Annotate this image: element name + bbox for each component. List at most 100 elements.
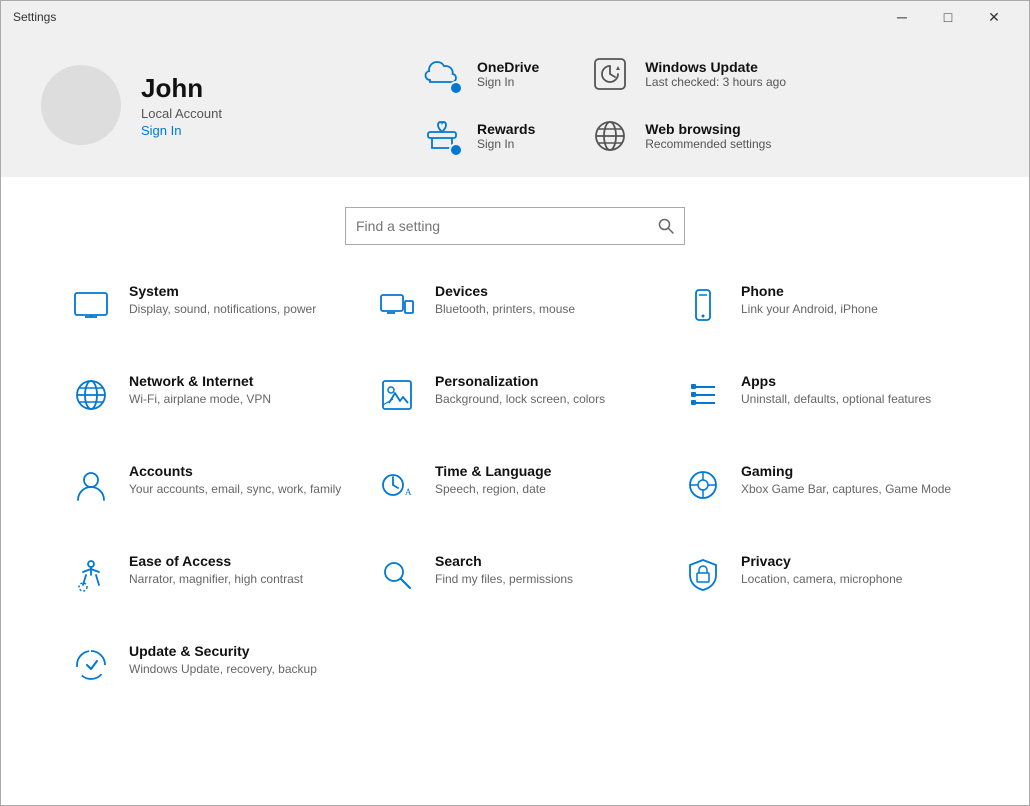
time-language-text: Time & Language Speech, region, date <box>435 463 551 498</box>
onedrive-text: OneDrive Sign In <box>477 59 539 89</box>
setting-item-devices[interactable]: Devices Bluetooth, printers, mouse <box>367 275 663 335</box>
minimize-button[interactable]: ─ <box>879 1 925 33</box>
phone-icon <box>681 283 725 327</box>
privacy-title: Privacy <box>741 553 902 569</box>
devices-icon <box>375 283 419 327</box>
profile-info: John Local Account Sign In <box>141 73 222 138</box>
update-security-title: Update & Security <box>129 643 317 659</box>
search-desc: Find my files, permissions <box>435 571 573 588</box>
service-windows-update[interactable]: Windows Update Last checked: 3 hours ago <box>589 53 786 95</box>
web-browsing-icon <box>589 115 631 157</box>
accounts-title: Accounts <box>129 463 341 479</box>
setting-item-apps[interactable]: Apps Uninstall, defaults, optional featu… <box>673 365 969 425</box>
onedrive-sub: Sign In <box>477 75 539 89</box>
web-browsing-sub: Recommended settings <box>645 137 771 151</box>
titlebar-title: Settings <box>13 10 879 24</box>
update-security-text: Update & Security Windows Update, recove… <box>129 643 317 678</box>
ease-of-access-desc: Narrator, magnifier, high contrast <box>129 571 303 588</box>
ease-of-access-title: Ease of Access <box>129 553 303 569</box>
service-web-browsing[interactable]: Web browsing Recommended settings <box>589 115 786 157</box>
network-icon <box>69 373 113 417</box>
setting-item-system[interactable]: System Display, sound, notifications, po… <box>61 275 357 335</box>
service-rewards[interactable]: Rewards Sign In <box>421 115 539 157</box>
rewards-text: Rewards Sign In <box>477 121 535 151</box>
setting-item-time-language[interactable]: A Time & Language Speech, region, date <box>367 455 663 515</box>
search-input[interactable] <box>356 218 650 234</box>
profile-signin-link[interactable]: Sign In <box>141 123 222 138</box>
search-box[interactable] <box>345 207 685 245</box>
privacy-text: Privacy Location, camera, microphone <box>741 553 902 588</box>
rewards-icon <box>421 115 463 157</box>
gaming-icon <box>681 463 725 507</box>
time-language-title: Time & Language <box>435 463 551 479</box>
setting-item-ease-of-access[interactable]: Ease of Access Narrator, magnifier, high… <box>61 545 357 605</box>
profile-name: John <box>141 73 222 104</box>
profile-account-type: Local Account <box>141 106 222 121</box>
ease-of-access-icon <box>69 553 113 597</box>
accounts-desc: Your accounts, email, sync, work, family <box>129 481 341 498</box>
setting-item-update-security[interactable]: Update & Security Windows Update, recove… <box>61 635 357 695</box>
network-desc: Wi-Fi, airplane mode, VPN <box>129 391 271 408</box>
privacy-icon <box>681 553 725 597</box>
onedrive-dot <box>449 81 463 95</box>
web-browsing-name: Web browsing <box>645 121 771 137</box>
titlebar: Settings ─ □ ✕ <box>1 1 1029 33</box>
rewards-dot <box>449 143 463 157</box>
onedrive-icon <box>421 53 463 95</box>
system-title: System <box>129 283 316 299</box>
setting-item-phone[interactable]: Phone Link your Android, iPhone <box>673 275 969 335</box>
search-icon <box>375 553 419 597</box>
rewards-name: Rewards <box>477 121 535 137</box>
phone-title: Phone <box>741 283 878 299</box>
update-security-icon <box>69 643 113 687</box>
rewards-sub: Sign In <box>477 137 535 151</box>
gaming-desc: Xbox Game Bar, captures, Game Mode <box>741 481 951 498</box>
avatar <box>41 65 121 145</box>
system-text: System Display, sound, notifications, po… <box>129 283 316 318</box>
setting-item-search[interactable]: Search Find my files, permissions <box>367 545 663 605</box>
search-section <box>1 177 1029 265</box>
apps-icon <box>681 373 725 417</box>
web-browsing-text: Web browsing Recommended settings <box>645 121 771 151</box>
services-section: OneDrive Sign In Rewards Sign In <box>421 53 786 157</box>
setting-item-network[interactable]: Network & Internet Wi-Fi, airplane mode,… <box>61 365 357 425</box>
setting-item-privacy[interactable]: Privacy Location, camera, microphone <box>673 545 969 605</box>
maximize-button[interactable]: □ <box>925 1 971 33</box>
phone-desc: Link your Android, iPhone <box>741 301 878 318</box>
personalization-title: Personalization <box>435 373 605 389</box>
services-column-2: Windows Update Last checked: 3 hours ago <box>589 53 786 157</box>
search-title: Search <box>435 553 573 569</box>
setting-item-accounts[interactable]: Accounts Your accounts, email, sync, wor… <box>61 455 357 515</box>
personalization-text: Personalization Background, lock screen,… <box>435 373 605 408</box>
apps-title: Apps <box>741 373 931 389</box>
windows-update-icon <box>589 53 631 95</box>
system-desc: Display, sound, notifications, power <box>129 301 316 318</box>
setting-item-gaming[interactable]: Gaming Xbox Game Bar, captures, Game Mod… <box>673 455 969 515</box>
network-text: Network & Internet Wi-Fi, airplane mode,… <box>129 373 271 408</box>
time-language-desc: Speech, region, date <box>435 481 551 498</box>
devices-title: Devices <box>435 283 575 299</box>
devices-text: Devices Bluetooth, printers, mouse <box>435 283 575 318</box>
profile-section: John Local Account Sign In <box>41 65 321 145</box>
accounts-text: Accounts Your accounts, email, sync, wor… <box>129 463 341 498</box>
devices-desc: Bluetooth, printers, mouse <box>435 301 575 318</box>
phone-text: Phone Link your Android, iPhone <box>741 283 878 318</box>
titlebar-buttons: ─ □ ✕ <box>879 1 1017 33</box>
windows-update-name: Windows Update <box>645 59 786 75</box>
accounts-icon <box>69 463 113 507</box>
apps-text: Apps Uninstall, defaults, optional featu… <box>741 373 931 408</box>
ease-of-access-text: Ease of Access Narrator, magnifier, high… <box>129 553 303 588</box>
search-button[interactable] <box>658 218 674 234</box>
header: John Local Account Sign In OneDrive Sign… <box>1 33 1029 177</box>
network-title: Network & Internet <box>129 373 271 389</box>
close-button[interactable]: ✕ <box>971 1 1017 33</box>
svg-text:A: A <box>405 487 412 497</box>
services-column-1: OneDrive Sign In Rewards Sign In <box>421 53 539 157</box>
search-text: Search Find my files, permissions <box>435 553 573 588</box>
setting-item-personalization[interactable]: Personalization Background, lock screen,… <box>367 365 663 425</box>
gaming-title: Gaming <box>741 463 951 479</box>
service-onedrive[interactable]: OneDrive Sign In <box>421 53 539 95</box>
personalization-desc: Background, lock screen, colors <box>435 391 605 408</box>
windows-update-text: Windows Update Last checked: 3 hours ago <box>645 59 786 89</box>
settings-grid: System Display, sound, notifications, po… <box>1 265 1029 715</box>
